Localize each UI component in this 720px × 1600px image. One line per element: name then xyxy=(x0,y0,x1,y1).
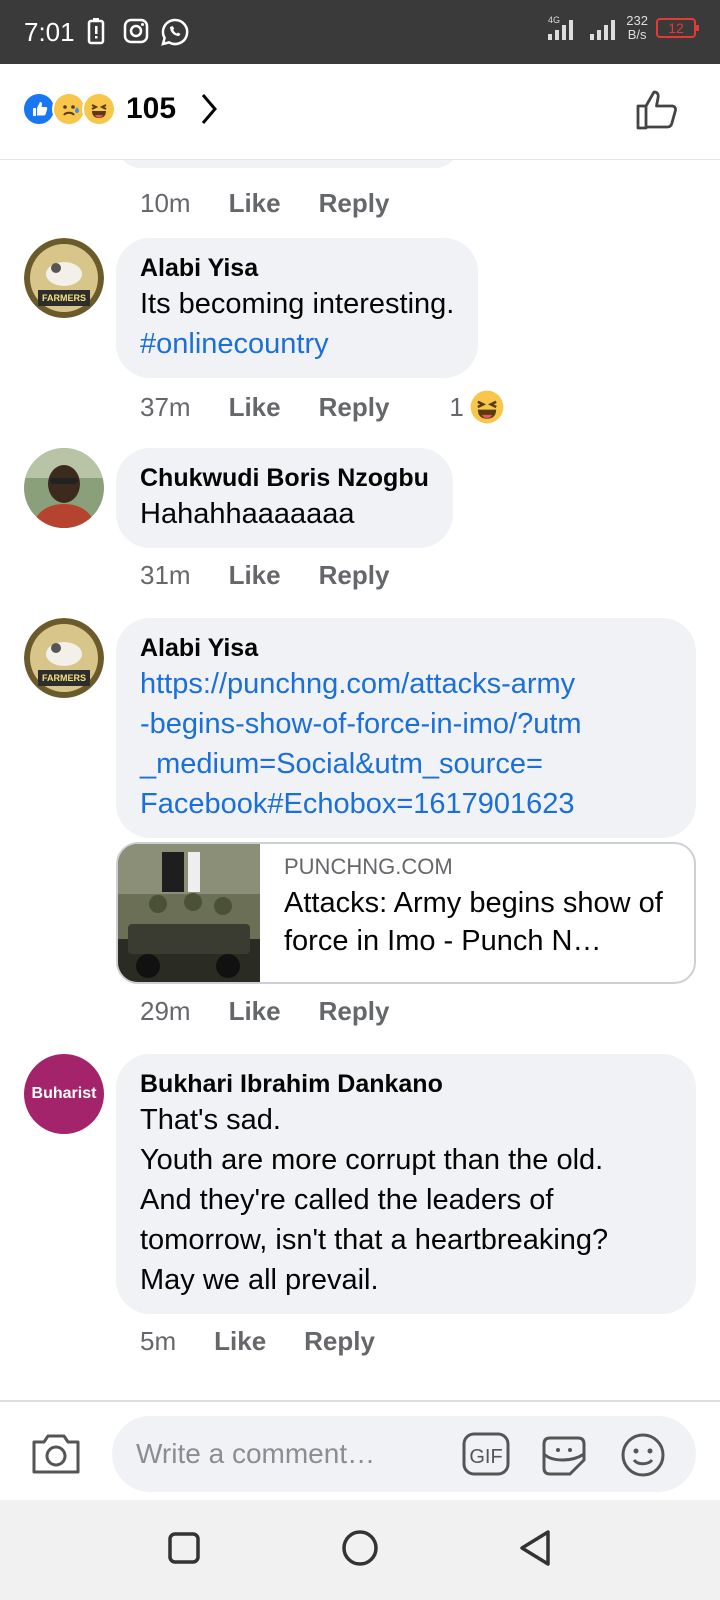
chevron-right-icon[interactable] xyxy=(200,92,218,131)
home-button[interactable] xyxy=(340,1528,380,1573)
signal-4g-icon: 4G xyxy=(548,15,574,40)
comment-author[interactable]: Bukhari Ibrahim Dankano xyxy=(140,1068,672,1100)
sticker-icon[interactable] xyxy=(540,1432,588,1483)
like-button[interactable]: Like xyxy=(229,560,281,591)
comment-text: Its becoming interesting. xyxy=(140,288,455,320)
link-preview-image xyxy=(118,844,260,982)
svg-text:GIF: GIF xyxy=(469,1446,502,1468)
link-preview-card[interactable]: PUNCHNG.COM Attacks: Army begins show of… xyxy=(116,842,696,984)
comment-time: 29m xyxy=(140,996,191,1026)
reaction-icons xyxy=(22,92,116,126)
recents-button[interactable] xyxy=(164,1528,204,1573)
url-link[interactable]: https://punchng.com/attacks-army -begins… xyxy=(140,664,678,824)
network-speed: 232 B/s xyxy=(626,13,648,42)
avatar[interactable]: FARMERS xyxy=(24,238,104,318)
like-button[interactable]: Like xyxy=(229,392,281,423)
hashtag-link[interactable]: #onlinecountry xyxy=(140,324,454,364)
gif-button[interactable]: GIF xyxy=(462,1432,510,1481)
link-preview-title: Attacks: Army begins show of force in Im… xyxy=(284,887,663,957)
whatsapp-icon xyxy=(160,17,190,52)
haha-icon xyxy=(82,92,116,126)
svg-text:FARMERS: FARMERS xyxy=(42,673,86,683)
like-post-button[interactable] xyxy=(634,88,678,137)
back-button[interactable] xyxy=(516,1528,556,1573)
comment-bubble: Alabi Yisa https://punchng.com/attacks-a… xyxy=(116,618,696,838)
comment-time: 10m xyxy=(140,188,191,218)
avatar[interactable]: Buharist xyxy=(24,1054,104,1134)
comments-sheet: 105 10m Like Reply FARMERS Alabi Yisa It… xyxy=(0,64,720,1500)
link-preview-domain: PUNCHNG.COM xyxy=(284,854,453,879)
reaction-count: 1 xyxy=(449,391,464,422)
comment-bubble: Bukhari Ibrahim Dankano That's sad. Yout… xyxy=(116,1054,696,1314)
comment-time: 31m xyxy=(140,560,191,590)
signal-icon xyxy=(590,20,616,40)
comment-actions: 29m Like Reply xyxy=(140,996,389,1027)
reaction-count: 105 xyxy=(126,92,177,125)
like-icon xyxy=(22,92,56,126)
battery-alert-icon xyxy=(86,17,106,50)
svg-text:4G: 4G xyxy=(548,15,560,25)
camera-button[interactable] xyxy=(30,1430,82,1481)
comment-placeholder: Write a comment… xyxy=(136,1438,376,1469)
like-button[interactable]: Like xyxy=(229,188,281,219)
comment-text: Hahahhaaaaaaa xyxy=(140,498,355,530)
like-button[interactable]: Like xyxy=(229,996,281,1027)
comment-bubble: Alabi Yisa Its becoming interesting. #on… xyxy=(116,238,479,378)
comment-time: 5m xyxy=(140,1326,177,1356)
comment-actions: 37m Like Reply 1 xyxy=(140,390,504,424)
comment-input[interactable]: Write a comment… GIF xyxy=(112,1416,696,1492)
reply-button[interactable]: Reply xyxy=(319,996,390,1027)
comment-text: That's sad. Youth are more corrupt than … xyxy=(140,1104,609,1296)
comment-composer: Write a comment… GIF xyxy=(0,1400,720,1500)
comment-author[interactable]: Alabi Yisa xyxy=(140,632,678,664)
battery-indicator: 12 xyxy=(656,18,699,38)
comment-author[interactable]: Chukwudi Boris Nzogbu xyxy=(140,462,429,494)
comment-time: 37m xyxy=(140,391,191,422)
comment-actions: 10m Like Reply xyxy=(140,188,389,219)
comment-bubble: Chukwudi Boris Nzogbu Hahahhaaaaaaa xyxy=(116,448,453,548)
clock: 7:01 xyxy=(24,17,75,47)
emoji-icon[interactable] xyxy=(620,1432,666,1483)
reply-button[interactable]: Reply xyxy=(319,392,390,423)
status-bar: 7:01 4G 232 B/s 12 xyxy=(0,0,720,64)
instagram-icon xyxy=(122,17,150,50)
comment-actions: 5m Like Reply xyxy=(140,1326,375,1357)
reply-button[interactable]: Reply xyxy=(304,1326,375,1357)
reply-button[interactable]: Reply xyxy=(319,560,390,591)
avatar[interactable] xyxy=(24,448,104,528)
avatar-label: Buharist xyxy=(31,1085,97,1102)
comment-actions: 31m Like Reply xyxy=(140,560,389,591)
haha-icon xyxy=(470,390,504,424)
reactions-header[interactable]: 105 xyxy=(0,64,720,160)
like-button[interactable]: Like xyxy=(214,1326,266,1357)
svg-text:FARMERS: FARMERS xyxy=(42,293,86,303)
reaction-summary[interactable]: 1 xyxy=(449,390,504,424)
avatar[interactable]: FARMERS xyxy=(24,618,104,698)
reply-button[interactable]: Reply xyxy=(319,188,390,219)
sad-icon xyxy=(52,92,86,126)
system-nav-bar xyxy=(0,1500,720,1600)
comment-author[interactable]: Alabi Yisa xyxy=(140,252,454,284)
